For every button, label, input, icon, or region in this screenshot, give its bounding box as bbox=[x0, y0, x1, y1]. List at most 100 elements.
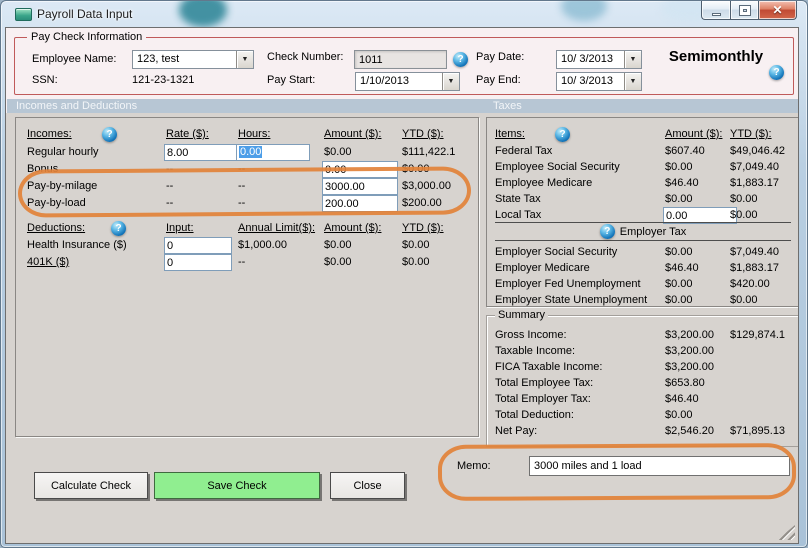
memo-input[interactable] bbox=[529, 456, 790, 476]
tax-row: Employee Social Security $0.00 $7,049.40 bbox=[487, 159, 798, 176]
taxes-section-title: Taxes bbox=[493, 100, 522, 112]
help-icon[interactable]: ? bbox=[555, 127, 570, 142]
glass-reflection bbox=[561, 1, 607, 21]
income-name: Regular hourly bbox=[27, 146, 99, 158]
pay-end-picker[interactable]: 10/ 3/2013 ▼ bbox=[556, 72, 642, 91]
rate-input[interactable] bbox=[164, 144, 238, 161]
employer-tax-row: Employer Fed Unemployment $0.00 $420.00 bbox=[487, 276, 798, 293]
tax-amount: $0.00 bbox=[665, 294, 693, 306]
summary-row: Gross Income: $3,200.00 $129,874.1 bbox=[487, 327, 798, 344]
tax-ytd: $0.00 bbox=[730, 294, 758, 306]
close-button[interactable]: ✕ bbox=[759, 1, 797, 20]
income-row-pay-by-load: Pay-by-load -- -- $200.00 bbox=[16, 195, 478, 212]
close-dialog-button[interactable]: Close bbox=[330, 472, 405, 499]
minimize-button[interactable] bbox=[701, 1, 730, 20]
income-name: Pay-by-load bbox=[27, 197, 86, 209]
help-icon[interactable]: ? bbox=[769, 65, 784, 80]
help-icon[interactable]: ? bbox=[453, 52, 468, 67]
pay-start-picker[interactable]: 1/10/2013 ▼ bbox=[355, 72, 460, 91]
annual-limit-value: $1,000.00 bbox=[238, 239, 287, 251]
annual-limit-column-header: Annual Limit($): bbox=[238, 222, 315, 234]
ytd-column-header: YTD ($): bbox=[402, 128, 444, 140]
deductions-header-row: Deductions: Input: Annual Limit($): Amou… bbox=[16, 220, 478, 237]
summary-label: Total Deduction: bbox=[495, 409, 574, 421]
tax-ytd: $7,049.40 bbox=[730, 246, 779, 258]
chevron-down-icon[interactable]: ▼ bbox=[442, 73, 459, 90]
tax-row: Federal Tax $607.40 $49,046.42 bbox=[487, 143, 798, 160]
pay-end-value: 10/ 3/2013 bbox=[557, 73, 624, 90]
summary-ytd: $129,874.1 bbox=[730, 329, 785, 341]
summary-value: $653.80 bbox=[665, 377, 705, 389]
tax-amount: $46.40 bbox=[665, 177, 699, 189]
deduction-ytd: $0.00 bbox=[402, 239, 430, 251]
pay-date-value: 10/ 3/2013 bbox=[557, 51, 624, 68]
taxes-panel: Items: Amount ($): YTD ($): ? Federal Ta… bbox=[486, 117, 799, 307]
check-number-label: Check Number: bbox=[267, 51, 343, 63]
summary-value: $0.00 bbox=[665, 409, 693, 421]
deductions-header: Deductions: bbox=[27, 222, 85, 234]
income-row-bonus: Bonus -- -- $0.00 bbox=[16, 161, 478, 178]
summary-label: Gross Income: bbox=[495, 329, 567, 341]
ytd-column-header: YTD ($): bbox=[402, 222, 444, 234]
window-controls: ✕ bbox=[701, 1, 797, 20]
deduction-input[interactable] bbox=[164, 254, 232, 271]
employer-tax-heading: ? Employer Tax bbox=[495, 222, 791, 241]
employer-tax-row: Employer Medicare $46.40 $1,883.17 bbox=[487, 260, 798, 277]
employee-name-label: Employee Name: bbox=[32, 53, 116, 65]
help-icon[interactable]: ? bbox=[600, 224, 615, 239]
employer-tax-title: Employer Tax bbox=[620, 226, 686, 238]
summary-row-net-pay: Net Pay: $2,546.20 $71,895.13 bbox=[487, 423, 798, 440]
income-amount: $0.00 bbox=[324, 146, 352, 158]
help-icon[interactable]: ? bbox=[102, 127, 117, 142]
tax-ytd: $7,049.40 bbox=[730, 161, 779, 173]
deduction-401k-link[interactable]: 401K ($) bbox=[27, 256, 69, 268]
help-icon[interactable]: ? bbox=[111, 221, 126, 236]
income-row-pay-by-milage: Pay-by-milage -- -- $3,000.00 bbox=[16, 178, 478, 195]
maximize-button[interactable] bbox=[730, 1, 759, 20]
ytd-column-header: YTD ($): bbox=[730, 128, 772, 140]
title-bar[interactable]: Payroll Data Input ✕ bbox=[1, 1, 807, 27]
amount-input[interactable] bbox=[322, 195, 398, 212]
tax-amount: $0.00 bbox=[665, 193, 693, 205]
payroll-window: Payroll Data Input ✕ Pay Check Informati… bbox=[0, 0, 808, 548]
summary-value: $46.40 bbox=[665, 393, 699, 405]
income-ytd: $111,422.1 bbox=[402, 146, 455, 158]
summary-value: $2,546.20 bbox=[665, 425, 714, 437]
summary-label: Total Employee Tax: bbox=[495, 377, 593, 389]
glass-reflection bbox=[179, 1, 227, 27]
pay-start-value: 1/10/2013 bbox=[356, 73, 442, 90]
tax-name: Federal Tax bbox=[495, 145, 552, 157]
rate-column-header: Rate ($): bbox=[166, 128, 209, 140]
hours-na: -- bbox=[238, 197, 245, 209]
check-number-input[interactable] bbox=[354, 50, 447, 69]
chevron-down-icon[interactable]: ▼ bbox=[624, 73, 641, 90]
income-name: Pay-by-milage bbox=[27, 180, 97, 192]
items-header: Items: bbox=[495, 128, 525, 140]
income-ytd: $200.00 bbox=[402, 197, 442, 209]
pay-date-picker[interactable]: 10/ 3/2013 ▼ bbox=[556, 50, 642, 69]
hours-input[interactable]: 0.00 bbox=[236, 144, 310, 161]
tax-amount: $607.40 bbox=[665, 145, 705, 157]
tax-ytd: $1,883.17 bbox=[730, 177, 779, 189]
summary-legend: Summary bbox=[495, 309, 548, 321]
summary-group: Summary Gross Income: $3,200.00 $129,874… bbox=[486, 315, 799, 447]
save-check-button[interactable]: Save Check bbox=[154, 472, 320, 499]
summary-row: Total Employee Tax: $653.80 bbox=[487, 375, 798, 392]
employer-tax-row: Employer State Unemployment $0.00 $0.00 bbox=[487, 292, 798, 309]
chevron-down-icon[interactable]: ▼ bbox=[624, 51, 641, 68]
chevron-down-icon[interactable]: ▼ bbox=[236, 51, 253, 68]
amount-input[interactable] bbox=[322, 178, 398, 195]
calculate-check-button[interactable]: Calculate Check bbox=[34, 472, 148, 499]
summary-label: Total Employer Tax: bbox=[495, 393, 591, 405]
deduction-input[interactable] bbox=[164, 237, 232, 254]
tax-name: Employer Social Security bbox=[495, 246, 617, 258]
deduction-amount: $0.00 bbox=[324, 239, 352, 251]
income-row-regular-hourly: Regular hourly 0.00 $0.00 $111,422.1 bbox=[16, 144, 478, 161]
tax-name: Employer State Unemployment bbox=[495, 294, 647, 306]
tax-name: Employer Medicare bbox=[495, 262, 590, 274]
amount-input[interactable] bbox=[322, 161, 398, 178]
tax-amount: $46.40 bbox=[665, 262, 699, 274]
employee-name-combobox[interactable]: 123, test ▼ bbox=[132, 50, 254, 69]
close-icon: ✕ bbox=[772, 3, 782, 17]
employer-tax-row: Employer Social Security $0.00 $7,049.40 bbox=[487, 244, 798, 261]
